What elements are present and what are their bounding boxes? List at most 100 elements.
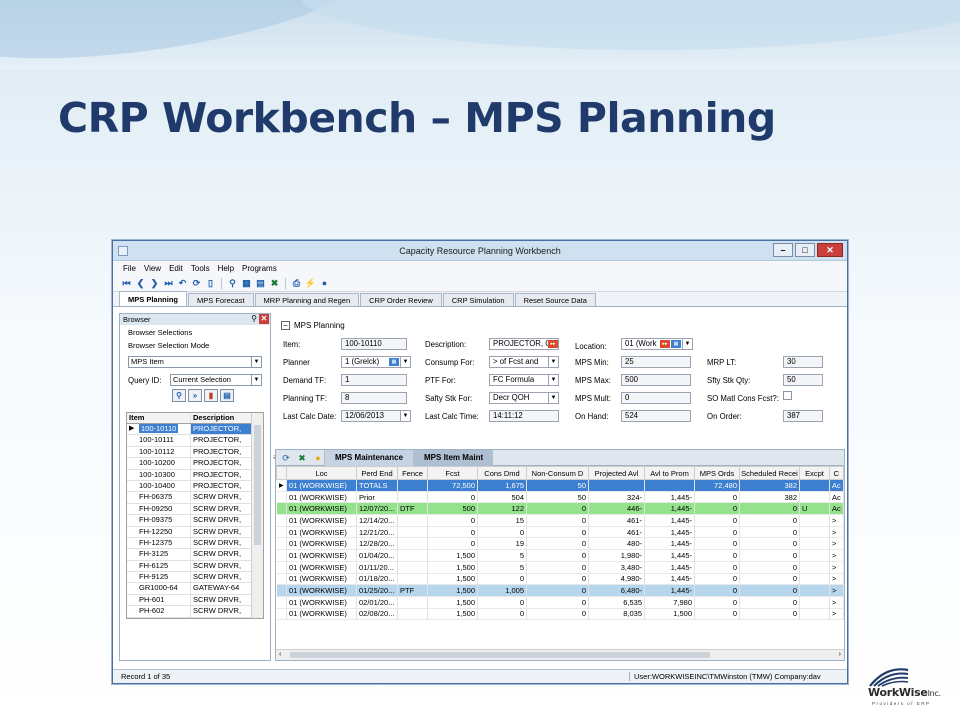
prev-record-icon[interactable]: ❮ <box>135 278 146 289</box>
mps-max-field[interactable]: 500 <box>621 374 691 386</box>
mrp-lt-field[interactable]: 30 <box>783 356 823 368</box>
item-list-row[interactable]: GR1000-64 GATEWAY-64 <box>127 583 263 595</box>
grid-column-header[interactable]: Loc <box>286 466 357 480</box>
grid-column-header[interactable]: Cons Dmd <box>477 466 527 480</box>
last-calc-date-field[interactable]: 12/06/2013 ▼ <box>341 410 411 422</box>
grid-column-header[interactable]: Perd End <box>356 466 398 480</box>
tab-reset-source-data[interactable]: Reset Source Data <box>514 293 596 306</box>
grid-column-header[interactable]: Scheduled Recei <box>739 466 800 480</box>
delete-button[interactable]: ▮ <box>204 389 218 402</box>
tab-mps-planning[interactable]: MPS Planning <box>119 291 188 306</box>
grid-row[interactable]: 01 (WORKWISE) Prior 0 504 50 324- 1,445- 0 382 Ac <box>276 491 844 504</box>
menu-programs[interactable]: Programs <box>242 264 277 273</box>
grid-row[interactable]: 01 (WORKWISE) 12/14/20... 0 15 0 461- 1,445- 0 0… <box>276 514 844 527</box>
item-list-scrollbar[interactable] <box>251 413 263 618</box>
item-list-row[interactable]: FH-09250 SCRW DRVR, <box>127 503 263 516</box>
grid-column-header[interactable]: Fence <box>397 466 428 480</box>
menu-edit[interactable]: Edit <box>169 264 183 273</box>
item-list-row[interactable]: 100-10111 PROJECTOR, <box>127 435 263 447</box>
tab-mps-forecast[interactable]: MPS Forecast <box>188 293 254 306</box>
item-list-row[interactable]: 100-10400 PROJECTOR, <box>127 480 263 493</box>
lookup-icon[interactable]: ▦ <box>389 358 399 366</box>
grid-column-header[interactable]: Avl to Prom <box>644 466 695 480</box>
status-light-icon[interactable]: ● <box>312 452 324 464</box>
item-list-row[interactable]: PH-602 SCRW DRVR, <box>127 606 263 618</box>
find-icon[interactable]: ⚲ <box>227 278 238 289</box>
description-column-header[interactable]: Description <box>190 413 251 423</box>
grid-row[interactable]: 01 (WORKWISE) 02/01/20... 1,500 0 0 6,535 7,98… <box>276 596 844 609</box>
browser-close-icon[interactable]: ✕ <box>259 314 269 324</box>
close-button[interactable]: ✕ <box>817 243 843 257</box>
item-list-row[interactable]: FH-6125 SCRW DRVR, <box>127 560 263 573</box>
grid-row[interactable]: 01 (WORKWISE) 12/28/20... 0 19 0 480- 1,445- 0 0… <box>276 537 844 551</box>
scroll-right-icon[interactable]: › <box>839 651 841 658</box>
grid-column-header[interactable]: Fcst <box>427 466 478 480</box>
binoculars-button[interactable]: ⚲ <box>172 389 186 402</box>
item-field[interactable]: 100-10110 <box>341 338 407 350</box>
item-list-row[interactable]: ▶ 100-10110 PROJECTOR, <box>127 424 263 436</box>
grid-column-header[interactable]: C <box>829 466 844 480</box>
menu-tools[interactable]: Tools <box>191 264 210 273</box>
grid-row[interactable]: 01 (WORKWISE) 01/25/20... PTF 1,500 1,005 0 6,… <box>276 584 844 597</box>
grid-row[interactable]: 01 (WORKWISE) 12/21/20... 0 0 0 461- 1,445- 0 0 > <box>276 526 844 539</box>
so-matl-cons-fcst-checkbox[interactable] <box>783 391 792 400</box>
item-list-row[interactable]: FH-3125 SCRW DRVR, <box>127 549 263 561</box>
item-list-row[interactable]: FH-9125 SCRW DRVR, <box>127 572 263 584</box>
grid-row[interactable]: 01 (WORKWISE) 02/08/20... 1,500 0 0 8,035 1,50… <box>276 608 844 621</box>
help-icon[interactable]: ● <box>319 278 330 289</box>
tab-mps-item-maint[interactable]: MPS Item Maint <box>413 449 494 466</box>
next-record-icon[interactable]: ❯ <box>149 278 160 289</box>
pin-icon[interactable]: ⚲ <box>251 314 257 323</box>
report-button[interactable]: ▤ <box>220 389 234 402</box>
undo-icon[interactable]: ↶ <box>177 278 188 289</box>
item-list-row[interactable]: 100-10200 PROJECTOR, <box>127 458 263 470</box>
refresh-icon[interactable]: ⟳ <box>191 278 202 289</box>
item-column-header[interactable]: Item <box>127 413 190 423</box>
menu-file[interactable]: File <box>123 264 136 273</box>
new-document-icon[interactable]: ▯ <box>205 278 216 289</box>
sfty-stk-qty-field[interactable]: 50 <box>783 374 823 386</box>
scroll-left-icon[interactable]: ‹ <box>279 651 281 658</box>
mps-mult-field[interactable]: 0 <box>621 392 691 404</box>
collapse-icon[interactable]: − <box>281 321 290 330</box>
grid-row[interactable]: ▶ 01 (WORKWISE) TOTALS 72,500 1,675 50 72,480 3… <box>276 479 844 492</box>
last-record-icon[interactable]: ⏭ <box>163 278 174 289</box>
refresh-icon[interactable]: ⟳ <box>280 452 292 464</box>
grid-horizontal-scrollbar[interactable]: ‹ › <box>276 649 844 660</box>
minimize-button[interactable]: – <box>773 243 793 257</box>
tab-crp-order-review[interactable]: CRP Order Review <box>360 293 442 306</box>
planning-tf-field[interactable]: 8 <box>341 392 407 404</box>
on-hand-field[interactable]: 524 <box>621 410 691 422</box>
item-list-row[interactable]: FH-12250 SCRW DRVR, <box>127 526 263 538</box>
planner-select[interactable]: 1 (Grelck) ▦ ▼ <box>341 356 411 368</box>
item-list-row[interactable]: FH-09375 SCRW DRVR, <box>127 515 263 527</box>
item-list-row[interactable]: PH-601 SCRW DRVR, <box>127 594 263 607</box>
first-record-icon[interactable]: ⏮ <box>121 278 132 289</box>
print-icon[interactable]: ⎙ <box>291 278 302 289</box>
fast-forward-button[interactable]: » <box>188 389 202 402</box>
grid-row[interactable]: 01 (WORKWISE) 01/11/20... 1,500 5 0 3,480- 1,4… <box>276 561 844 574</box>
maximize-button[interactable]: □ <box>795 243 815 257</box>
expand-icon[interactable]: ▸▸ <box>660 340 670 348</box>
lightning-icon[interactable]: ⚡ <box>305 278 316 289</box>
browser-mode-select[interactable]: MPS Item ▼ <box>128 356 262 368</box>
last-calc-time-field[interactable]: 14:11:12 <box>489 410 559 422</box>
grid-row[interactable]: 01 (WORKWISE) 01/04/20... 1,500 5 0 1,980- 1,4… <box>276 549 844 562</box>
grid-column-header[interactable]: MPS Ords <box>694 466 740 480</box>
demand-tf-field[interactable]: 1 <box>341 374 407 386</box>
safty-stk-for-select[interactable]: Decr QOH ▼ <box>489 392 559 404</box>
tab-mps-maintenance[interactable]: MPS Maintenance <box>324 449 414 466</box>
item-list-row[interactable]: FH-12375 SCRW DRVR, <box>127 537 263 550</box>
grid-column-header[interactable]: Excpt <box>799 466 830 480</box>
consump-for-select[interactable]: > of Fcst and ▼ <box>489 356 559 368</box>
excel-export-icon[interactable]: ✖ <box>296 452 308 464</box>
query-id-select[interactable]: Current Selection ▼ <box>170 374 262 386</box>
description-field[interactable]: PROJECTOR, O ▸▸ <box>489 338 559 350</box>
menu-help[interactable]: Help <box>218 264 234 273</box>
location-select[interactable]: 01 (Work ▸▸ ▦ ▼ <box>621 338 693 350</box>
item-list-row[interactable]: FH-06375 SCRW DRVR, <box>127 492 263 504</box>
menu-view[interactable]: View <box>144 264 161 273</box>
excel-export-icon[interactable]: ✖ <box>269 278 280 289</box>
grid-column-header[interactable]: Non-Consum D <box>526 466 589 480</box>
browser-panel-icon[interactable]: ▦ <box>241 278 252 289</box>
